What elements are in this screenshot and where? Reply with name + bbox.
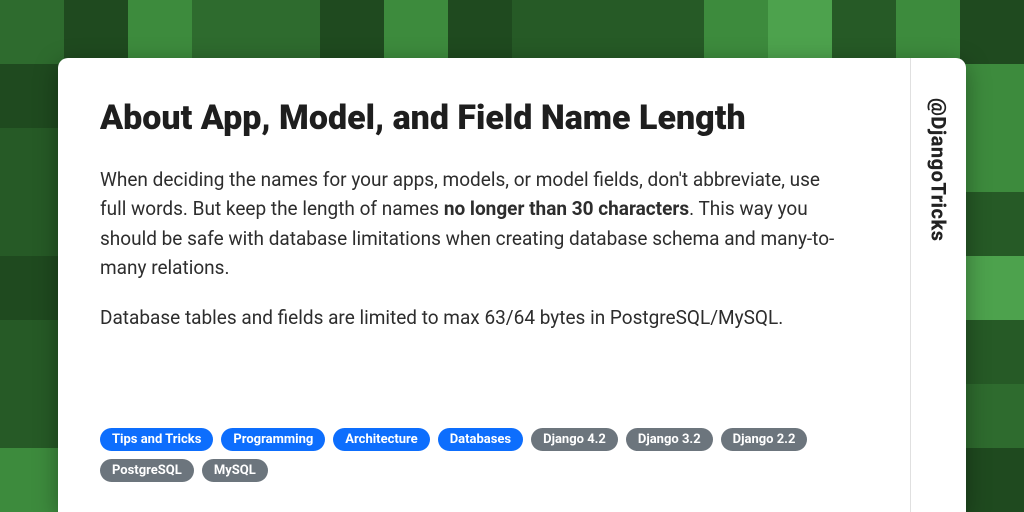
tag-tips-and-tricks[interactable]: Tips and Tricks xyxy=(100,428,213,451)
p1-bold: no longer than 30 characters xyxy=(444,197,689,220)
article-card: About App, Model, and Field Name Length … xyxy=(58,58,966,512)
tag-databases[interactable]: Databases xyxy=(438,428,523,451)
article-content: About App, Model, and Field Name Length … xyxy=(58,58,910,512)
article-paragraph-2: Database tables and fields are limited t… xyxy=(100,303,840,332)
article-paragraph-1: When deciding the names for your apps, m… xyxy=(100,165,840,283)
author-handle: @DjangoTricks xyxy=(927,98,951,242)
tag-django-3-2[interactable]: Django 3.2 xyxy=(626,428,713,451)
article-title: About App, Model, and Field Name Length xyxy=(100,98,820,139)
tag-programming[interactable]: Programming xyxy=(221,428,325,451)
tag-architecture[interactable]: Architecture xyxy=(333,428,429,451)
tag-postgresql[interactable]: PostgreSQL xyxy=(100,459,194,482)
tag-django-4-2[interactable]: Django 4.2 xyxy=(531,428,618,451)
tag-django-2-2[interactable]: Django 2.2 xyxy=(721,428,808,451)
sidebar: @DjangoTricks xyxy=(910,58,966,512)
tag-list: Tips and Tricks Programming Architecture Da… xyxy=(100,428,870,488)
tag-mysql[interactable]: MySQL xyxy=(202,459,268,482)
